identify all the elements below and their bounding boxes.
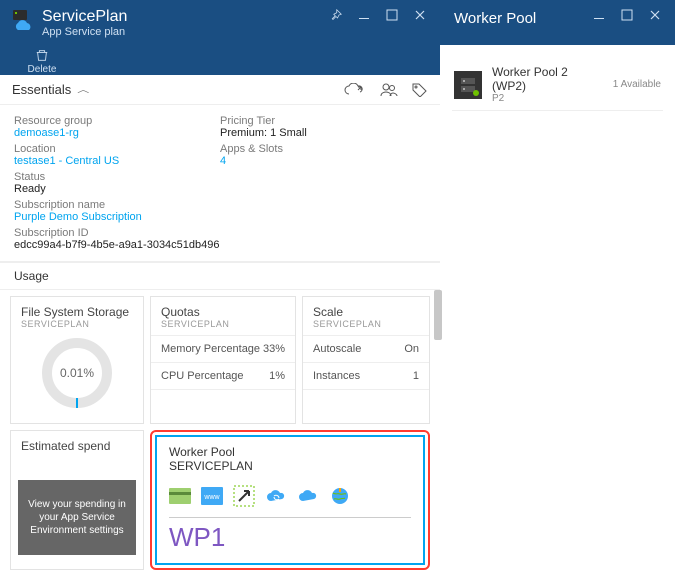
subscription-id-label: Subscription ID [14, 227, 220, 239]
pricing-tier-label: Pricing Tier [220, 115, 426, 127]
cloud-sync-icon [265, 485, 287, 507]
globe-icon [329, 485, 351, 507]
status-value: Ready [14, 183, 220, 195]
users-icon[interactable] [380, 83, 398, 97]
quota-row: Memory Percentage33% [151, 336, 295, 363]
page-subtitle: App Service plan [42, 26, 127, 38]
cloud-link-icon[interactable] [344, 83, 366, 97]
tile-quotas[interactable]: Quotas SERVICEPLAN Memory Percentage33% … [150, 296, 296, 424]
status-label: Status [14, 171, 220, 183]
server-icon [454, 71, 482, 99]
delete-button[interactable]: Delete [22, 48, 62, 75]
tile-worker-pool[interactable]: Worker Pool SERVICEPLAN www WP1 [155, 435, 425, 565]
essentials-body: Resource group demoase1-rg Location test… [0, 105, 440, 262]
pricing-tier-value: Premium: 1 Small [220, 127, 426, 139]
tile-estimated-spend[interactable]: Estimated spend View your spending in yo… [10, 430, 144, 570]
close-icon[interactable] [641, 4, 669, 26]
scrollbar[interactable] [434, 290, 442, 340]
minimize-icon[interactable] [350, 4, 378, 26]
scale-row: AutoscaleOn [303, 336, 429, 363]
quota-row: CPU Percentage1% [151, 363, 295, 390]
resource-group-label: Resource group [14, 115, 220, 127]
tile-file-system-storage[interactable]: File System Storage SERVICEPLAN 0.01% [10, 296, 144, 424]
usage-header: Usage [0, 262, 440, 290]
card-icon [169, 485, 191, 507]
tile-scale[interactable]: Scale SERVICEPLAN AutoscaleOn Instances1 [302, 296, 430, 424]
apps-slots-label: Apps & Slots [220, 143, 426, 155]
worker-pool-available: 1 Available [613, 79, 661, 90]
chevron-up-icon: ︿ [77, 84, 89, 96]
page-title: ServicePlan [42, 8, 127, 26]
svg-text:www: www [203, 494, 220, 501]
subscription-name-link[interactable]: Purple Demo Subscription [14, 211, 220, 223]
location-link[interactable]: testase1 - Central US [14, 155, 220, 167]
subscription-id-value: edcc99a4-b7f9-4b5e-a9a1-3034c51db496 [14, 239, 220, 251]
fs-value: 0.01% [60, 366, 94, 380]
scale-row: Instances1 [303, 363, 429, 390]
apps-slots-link[interactable]: 4 [220, 155, 426, 167]
tag-icon[interactable] [412, 83, 428, 97]
worker-pool-name: Worker Pool 2 (WP2) [492, 65, 603, 93]
blade-serviceplan: ServicePlan App Service plan Delete Esse… [0, 0, 440, 581]
blade-worker-pool: Worker Pool Worker Pool 2 (WP2) P2 1 Ava… [440, 0, 675, 581]
worker-pool-value: WP1 [169, 522, 411, 553]
scale-out-icon [233, 485, 255, 507]
cloud-icon [297, 485, 319, 507]
maximize-icon[interactable] [613, 4, 641, 26]
maximize-icon[interactable] [378, 4, 406, 26]
subscription-name-label: Subscription name [14, 199, 220, 211]
tile-worker-pool-highlight: Worker Pool SERVICEPLAN www WP1 [150, 430, 430, 570]
location-label: Location [14, 143, 220, 155]
serviceplan-icon [10, 8, 34, 32]
www-icon: www [201, 485, 223, 507]
essentials-toggle[interactable]: Essentials ︿ [0, 75, 440, 105]
worker-pool-size: P2 [492, 93, 603, 104]
close-icon[interactable] [406, 4, 434, 26]
resource-group-link[interactable]: demoase1-rg [14, 127, 220, 139]
estimated-spend-message: View your spending in your App Service E… [18, 480, 136, 555]
pin-icon[interactable] [322, 4, 350, 26]
blade-header: ServicePlan App Service plan Delete [0, 0, 440, 75]
minimize-icon[interactable] [585, 4, 613, 26]
worker-pool-item[interactable]: Worker Pool 2 (WP2) P2 1 Available [452, 59, 663, 111]
